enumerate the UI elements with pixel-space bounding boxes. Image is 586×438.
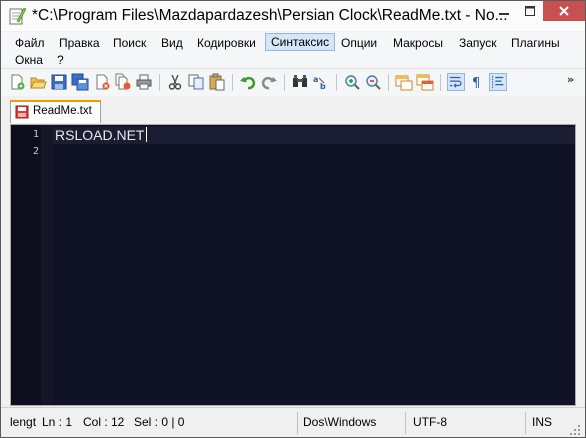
status-line: Ln : 1 (42, 415, 73, 429)
toolbar: ab ¶ » (1, 68, 585, 96)
menu-plugins[interactable]: Плагины (505, 34, 566, 52)
close-icon (559, 6, 569, 16)
zoom-out-icon[interactable] (364, 73, 382, 91)
status-column: Col : 12 (83, 415, 125, 429)
menu-search[interactable]: Поиск (107, 34, 152, 52)
unsaved-file-icon (15, 105, 29, 119)
menu-encoding[interactable]: Кодировки (191, 34, 262, 52)
editor-area[interactable]: 1 2 RSLOAD.NET (10, 124, 576, 406)
open-file-icon[interactable] (29, 73, 47, 91)
print-icon[interactable] (135, 73, 153, 91)
menu-syntax[interactable]: Синтаксис (265, 33, 336, 51)
sync-vertical-icon[interactable] (395, 73, 413, 91)
close-window-button[interactable] (543, 1, 585, 21)
status-eol-format: Dos\Windows (303, 415, 377, 429)
word-wrap-icon[interactable] (447, 73, 465, 91)
toolbar-separator (388, 74, 389, 91)
cut-icon[interactable] (166, 73, 184, 91)
toolbar-separator (159, 74, 160, 91)
code-line[interactable]: RSLOAD.NET (55, 127, 148, 143)
tab-bar: ReadMe.txt (1, 97, 585, 123)
resize-grip-icon[interactable] (569, 424, 581, 436)
close-all-icon[interactable] (114, 73, 132, 91)
toolbar-separator (440, 74, 441, 91)
zoom-in-icon[interactable] (343, 73, 361, 91)
menu-windows[interactable]: Окна (9, 51, 49, 69)
minimize-button[interactable] (491, 1, 517, 21)
menu-view[interactable]: Вид (155, 34, 189, 52)
menu-bar: Файл Правка Поиск Вид Кодировки Синтакси… (1, 32, 585, 68)
menu-edit[interactable]: Правка (53, 34, 106, 52)
show-all-chars-icon[interactable]: ¶ (468, 73, 486, 91)
save-all-icon[interactable] (71, 73, 89, 91)
line-number: 1 (32, 129, 39, 140)
svg-text:a: a (313, 75, 318, 84)
menu-run[interactable]: Запуск (453, 34, 503, 52)
redo-icon[interactable] (260, 73, 278, 91)
status-insert-mode: INS (532, 415, 553, 429)
copy-icon[interactable] (187, 73, 205, 91)
sync-horizontal-icon[interactable] (416, 73, 434, 91)
toolbar-overflow-chevron-icon[interactable]: » (567, 73, 574, 86)
indent-guide-icon[interactable] (489, 73, 507, 91)
save-icon[interactable] (50, 73, 68, 91)
svg-text:b: b (320, 82, 326, 91)
status-separator (525, 412, 526, 434)
status-separator (297, 412, 298, 434)
toolbar-separator (232, 74, 233, 91)
notepad-app-icon (9, 7, 26, 25)
title-bar[interactable]: *C:\Program Files\Mazdapardazesh\Persian… (1, 1, 585, 31)
status-bar: lengt Ln : 1 Col : 12 Sel : 0 | 0 Dos\Wi… (1, 407, 585, 437)
new-file-icon[interactable] (8, 73, 26, 91)
paste-icon[interactable] (208, 73, 226, 91)
fold-margin[interactable] (41, 125, 53, 405)
svg-text:¶: ¶ (472, 76, 480, 91)
close-file-icon[interactable] (93, 73, 111, 91)
minimize-icon (499, 13, 509, 15)
status-separator (405, 412, 406, 434)
text-caret (146, 127, 148, 142)
notepad-window: *C:\Program Files\Mazdapardazesh\Persian… (0, 0, 586, 438)
undo-icon[interactable] (239, 73, 257, 91)
replace-icon[interactable]: ab (312, 73, 330, 91)
code-line-text: RSLOAD.NET (55, 127, 145, 143)
toolbar-separator (336, 74, 337, 91)
maximize-button[interactable] (517, 1, 543, 21)
status-selection: Sel : 0 | 0 (134, 415, 185, 429)
menu-file[interactable]: Файл (9, 34, 51, 52)
status-encoding: UTF-8 (413, 415, 447, 429)
window-title: *C:\Program Files\Mazdapardazesh\Persian… (32, 7, 508, 24)
tab-readme[interactable]: ReadMe.txt (10, 100, 101, 123)
tab-label: ReadMe.txt (33, 105, 92, 117)
menu-macros[interactable]: Макросы (387, 34, 449, 52)
toolbar-separator (284, 74, 285, 91)
status-length: lengt (10, 415, 37, 429)
find-icon[interactable] (291, 73, 309, 91)
menu-help[interactable]: ? (51, 51, 70, 69)
menu-options[interactable]: Опции (335, 34, 383, 52)
line-number: 2 (32, 146, 39, 157)
maximize-icon (525, 6, 535, 16)
